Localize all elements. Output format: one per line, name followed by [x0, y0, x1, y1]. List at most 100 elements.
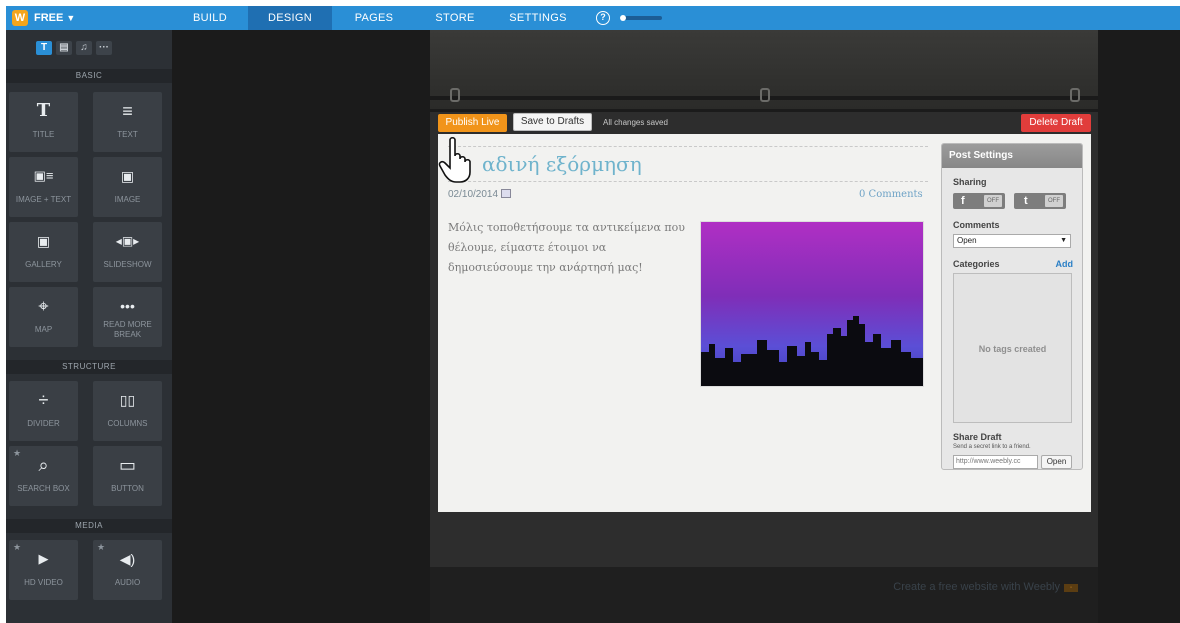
- facebook-icon: f: [961, 195, 965, 207]
- binder-clip-icon: [1070, 88, 1080, 102]
- tab-more[interactable]: ···: [96, 41, 112, 55]
- facebook-off-label: OFF: [984, 195, 1002, 207]
- categories-label: Categories: [953, 259, 1000, 269]
- save-drafts-button[interactable]: Save to Drafts: [513, 113, 592, 131]
- element-label: IMAGE: [114, 195, 141, 204]
- twitter-icon: t: [1024, 195, 1028, 207]
- search-icon: ⌕: [38, 455, 49, 475]
- element-image[interactable]: ▣ IMAGE: [93, 157, 162, 217]
- open-link-button[interactable]: Open: [1041, 455, 1072, 469]
- comments-label: Comments: [953, 220, 1000, 230]
- post-date[interactable]: 02/10/2014: [448, 189, 512, 200]
- post-date-text: 02/10/2014: [448, 189, 499, 200]
- element-label: MAP: [34, 325, 53, 334]
- gallery-icon: ▣: [36, 233, 51, 249]
- tab-design[interactable]: DESIGN: [248, 6, 332, 30]
- tab-settings[interactable]: SETTINGS: [494, 6, 582, 30]
- post-editor: αδινή εξόρμηση 02/10/2014 0 Comments Μόλ…: [438, 134, 1091, 512]
- element-label: READ MORE BREAK: [103, 320, 152, 339]
- element-label: AUDIO: [114, 578, 141, 587]
- text-icon: ≡: [122, 101, 133, 121]
- element-sidebar: T ▤ ♫ ··· BASIC T TITLE ≡ TEXT ▣≡ IMAGE + T…: [6, 30, 172, 623]
- element-label: TEXT: [117, 130, 138, 139]
- element-label: BUTTON: [111, 484, 144, 493]
- tab-build[interactable]: BUILD: [172, 6, 248, 30]
- tab-elements[interactable]: T: [36, 41, 52, 55]
- top-bar: W FREE ▼ BUILD DESIGN PAGES STORE SETTING…: [6, 6, 1180, 30]
- comments-value: Open: [957, 236, 977, 245]
- save-status: All changes saved: [603, 118, 668, 127]
- tab-music[interactable]: ♫: [76, 41, 92, 55]
- post-settings-panel: Post Settings Sharing f OFF t OFF Commen…: [941, 143, 1083, 470]
- divider-icon: ÷: [38, 390, 49, 410]
- help-icon[interactable]: ?: [596, 11, 610, 25]
- twitter-share-toggle[interactable]: t OFF: [1014, 193, 1066, 209]
- element-label: HD VIDEO: [24, 578, 63, 587]
- post-settings-title: Post Settings: [942, 144, 1082, 168]
- footer-badge-icon: ▪: [1064, 584, 1078, 592]
- post-image[interactable]: [700, 221, 924, 387]
- audio-icon: ◀): [119, 551, 136, 567]
- element-label: TITLE: [32, 130, 55, 139]
- post-title[interactable]: αδινή εξόρμηση: [448, 146, 928, 182]
- add-category-link[interactable]: Add: [1056, 259, 1074, 269]
- sharing-label: Sharing: [953, 177, 987, 187]
- element-map[interactable]: ⌖ MAP: [9, 287, 78, 347]
- element-text[interactable]: ≡ TEXT: [93, 92, 162, 152]
- publish-live-button[interactable]: Publish Live: [438, 114, 507, 132]
- element-label: GALLERY: [25, 260, 62, 269]
- share-draft-desc: Send a secret link to a friend.: [953, 444, 1031, 450]
- element-button[interactable]: ▭ BUTTON: [93, 446, 162, 506]
- title-icon: T: [36, 100, 51, 121]
- element-gallery[interactable]: ▣ GALLERY: [9, 222, 78, 282]
- element-title[interactable]: T TITLE: [9, 92, 78, 152]
- share-draft-label: Share Draft: [953, 432, 1002, 442]
- share-link-field[interactable]: http://www.weebly.cc: [953, 455, 1038, 469]
- tab-store[interactable]: STORE: [416, 6, 494, 30]
- element-audio[interactable]: ★ ◀) AUDIO: [93, 540, 162, 600]
- comments-link[interactable]: 0 Comments: [859, 189, 923, 200]
- map-icon: ⌖: [38, 296, 49, 316]
- facebook-share-toggle[interactable]: f OFF: [953, 193, 1005, 209]
- image-text-icon: ▣≡: [33, 168, 54, 183]
- chevron-down-icon: ▼: [66, 13, 76, 23]
- columns-icon: ▯▯: [119, 392, 136, 408]
- element-label: SEARCH BOX: [17, 484, 70, 493]
- city-skyline-image: [701, 222, 923, 386]
- button-icon: ▭: [118, 455, 136, 475]
- weebly-logo-icon[interactable]: W: [12, 10, 28, 26]
- plan-label: FREE: [34, 12, 64, 24]
- element-search-box[interactable]: ★ ⌕ SEARCH BOX: [9, 446, 78, 506]
- tab-pages[interactable]: PAGES: [332, 6, 416, 30]
- slideshow-icon: ◂▣▸: [115, 234, 140, 248]
- element-label: IMAGE + TEXT: [15, 195, 72, 204]
- main-nav: BUILD DESIGN PAGES STORE SETTINGS: [172, 6, 582, 30]
- post-body[interactable]: Μόλις τοποθετήσουμε τα αντικείμενα που θ…: [448, 218, 688, 278]
- comments-select[interactable]: Open ▼: [953, 234, 1071, 248]
- twitter-off-label: OFF: [1045, 195, 1063, 207]
- no-tags-text: No tags created: [978, 344, 1047, 354]
- weebly-footer[interactable]: Create a free website with Weebly ▪: [893, 581, 1078, 593]
- element-divider[interactable]: ÷ DIVIDER: [9, 381, 78, 441]
- progress-dot: [620, 15, 626, 21]
- section-basic: BASIC: [6, 69, 172, 83]
- delete-draft-button[interactable]: Delete Draft: [1021, 114, 1091, 132]
- chevron-down-icon: ▼: [1060, 237, 1067, 244]
- element-label: DIVIDER: [27, 419, 60, 428]
- section-media: MEDIA: [6, 519, 172, 533]
- calendar-icon[interactable]: [501, 189, 512, 198]
- binder-clip-icon: [760, 88, 770, 102]
- categories-box[interactable]: No tags created: [953, 273, 1072, 423]
- element-hd-video[interactable]: ★ ▶ HD VIDEO: [9, 540, 78, 600]
- sidebar-tabs: T ▤ ♫ ···: [36, 41, 112, 55]
- tab-layout[interactable]: ▤: [56, 41, 72, 55]
- plan-menu[interactable]: FREE ▼: [34, 6, 75, 30]
- image-icon: ▣: [120, 168, 135, 184]
- footer-area: [430, 567, 1098, 623]
- element-slideshow[interactable]: ◂▣▸ SLIDESHOW: [93, 222, 162, 282]
- hand-cursor-icon: [438, 136, 471, 183]
- element-columns[interactable]: ▯▯ COLUMNS: [93, 381, 162, 441]
- element-read-more[interactable]: ••• READ MORE BREAK: [93, 287, 162, 347]
- element-image-text[interactable]: ▣≡ IMAGE + TEXT: [9, 157, 78, 217]
- video-icon: ▶: [38, 551, 49, 566]
